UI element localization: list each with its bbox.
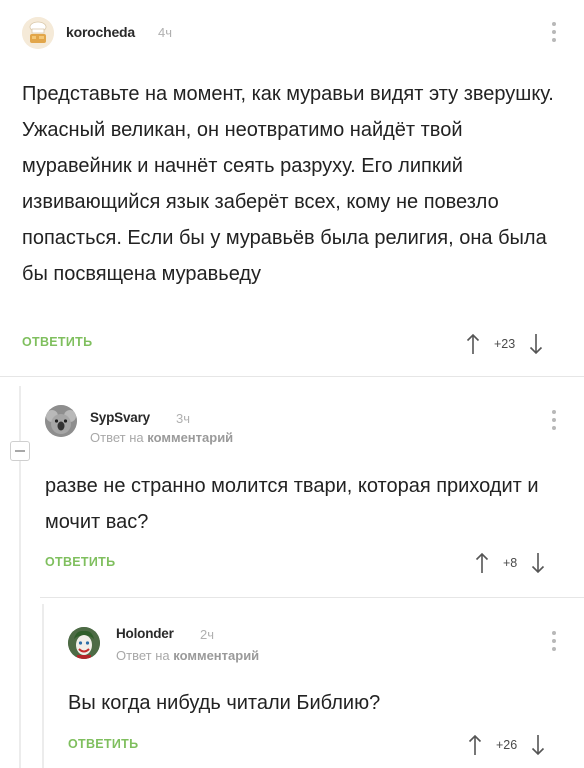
avatar-chef-icon	[22, 17, 54, 49]
avatar[interactable]	[68, 627, 100, 659]
arrow-down-icon[interactable]	[531, 551, 545, 575]
collapse-minus-icon[interactable]	[10, 441, 30, 461]
arrow-down-icon[interactable]	[531, 733, 545, 757]
reply-to-link[interactable]: комментарий	[147, 430, 233, 445]
comment-author[interactable]: SypSvary	[90, 410, 150, 425]
arrow-up-icon[interactable]	[468, 733, 482, 757]
avatar[interactable]	[45, 405, 77, 437]
comment-time: 3ч	[176, 411, 191, 426]
comment-score: +23	[494, 337, 516, 351]
avatar-koala-icon	[45, 405, 77, 437]
comment-time: 2ч	[200, 627, 215, 642]
vote-controls: +26	[468, 733, 545, 757]
reply-to-prefix: Ответ на	[116, 648, 170, 663]
more-vertical-icon[interactable]	[551, 631, 557, 653]
thread-line	[42, 604, 44, 768]
comment-time: 4ч	[158, 25, 173, 40]
arrow-up-icon[interactable]	[466, 332, 480, 356]
reply-to-note[interactable]: Ответ на комментарий	[116, 648, 259, 663]
avatar[interactable]	[22, 17, 54, 49]
reply-to-note[interactable]: Ответ на комментарий	[90, 430, 233, 445]
arrow-down-icon[interactable]	[529, 332, 543, 356]
avatar-joker-icon	[68, 627, 100, 659]
comment-score: +26	[496, 738, 518, 752]
vote-controls: +23	[466, 332, 543, 356]
reply-button[interactable]: ОТВЕТИТЬ	[45, 555, 115, 569]
reply-to-prefix: Ответ на	[90, 430, 144, 445]
comment-score: +8	[503, 556, 518, 570]
comment-text: Вы когда нибудь читали Библию?	[68, 692, 381, 714]
comment-author[interactable]: korocheda	[66, 24, 135, 40]
comment-text: разве не странно молится твари, которая …	[45, 475, 539, 533]
reply-button[interactable]: ОТВЕТИТЬ	[22, 335, 92, 349]
more-vertical-icon[interactable]	[551, 410, 557, 432]
reply-to-link[interactable]: комментарий	[173, 648, 259, 663]
comment-text: Представьте на момент, как муравьи видят…	[22, 83, 554, 285]
divider	[0, 376, 584, 377]
vote-controls: +8	[475, 551, 545, 575]
comment-author[interactable]: Holonder	[116, 626, 174, 641]
reply-button[interactable]: ОТВЕТИТЬ	[68, 737, 138, 751]
arrow-up-icon[interactable]	[475, 551, 489, 575]
more-vertical-icon[interactable]	[551, 22, 557, 44]
divider	[40, 597, 584, 598]
